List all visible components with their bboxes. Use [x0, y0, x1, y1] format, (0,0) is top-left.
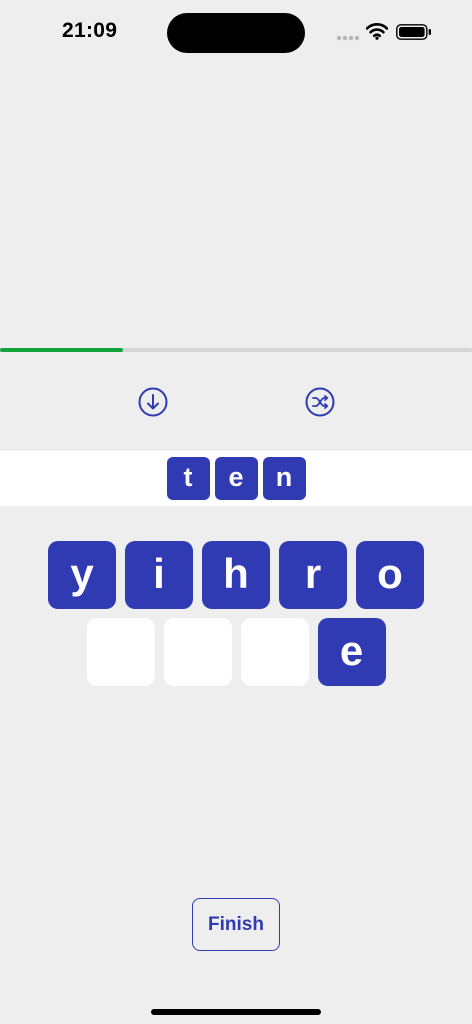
- letter-tile[interactable]: o: [356, 541, 424, 609]
- letter-tile[interactable]: r: [279, 541, 347, 609]
- dynamic-island: [167, 13, 305, 53]
- status-bar: 21:09: [0, 0, 472, 64]
- progress-fill: [0, 348, 123, 352]
- answer-tile[interactable]: t: [166, 457, 210, 500]
- empty-letter-slot: [86, 618, 155, 686]
- letter-tile[interactable]: h: [202, 541, 270, 609]
- letter-tile[interactable]: e: [317, 618, 386, 686]
- shuffle-button[interactable]: [304, 386, 336, 418]
- letter-row: e: [0, 618, 472, 686]
- home-indicator: [151, 1009, 321, 1015]
- answer-strip: t e n: [0, 451, 472, 506]
- letter-tile[interactable]: i: [125, 541, 193, 609]
- letter-row: y i h r o: [0, 541, 472, 609]
- word-game-screen: 21:09 t e n y i h r o e Finish: [0, 0, 472, 1024]
- status-time: 21:09: [62, 19, 118, 42]
- answer-tile[interactable]: n: [262, 457, 306, 500]
- move-down-button[interactable]: [137, 386, 169, 418]
- battery-icon: [396, 24, 431, 40]
- wifi-icon: [366, 23, 388, 40]
- shuffle-circle-icon: [305, 387, 335, 417]
- arrow-down-circle-icon: [138, 387, 168, 417]
- empty-letter-slot: [240, 618, 309, 686]
- signal-icon: [336, 35, 360, 41]
- finish-button[interactable]: Finish: [192, 898, 280, 951]
- answer-tile[interactable]: e: [214, 457, 258, 500]
- progress-bar: [0, 348, 472, 352]
- empty-letter-slot: [163, 618, 232, 686]
- letter-tile[interactable]: y: [48, 541, 116, 609]
